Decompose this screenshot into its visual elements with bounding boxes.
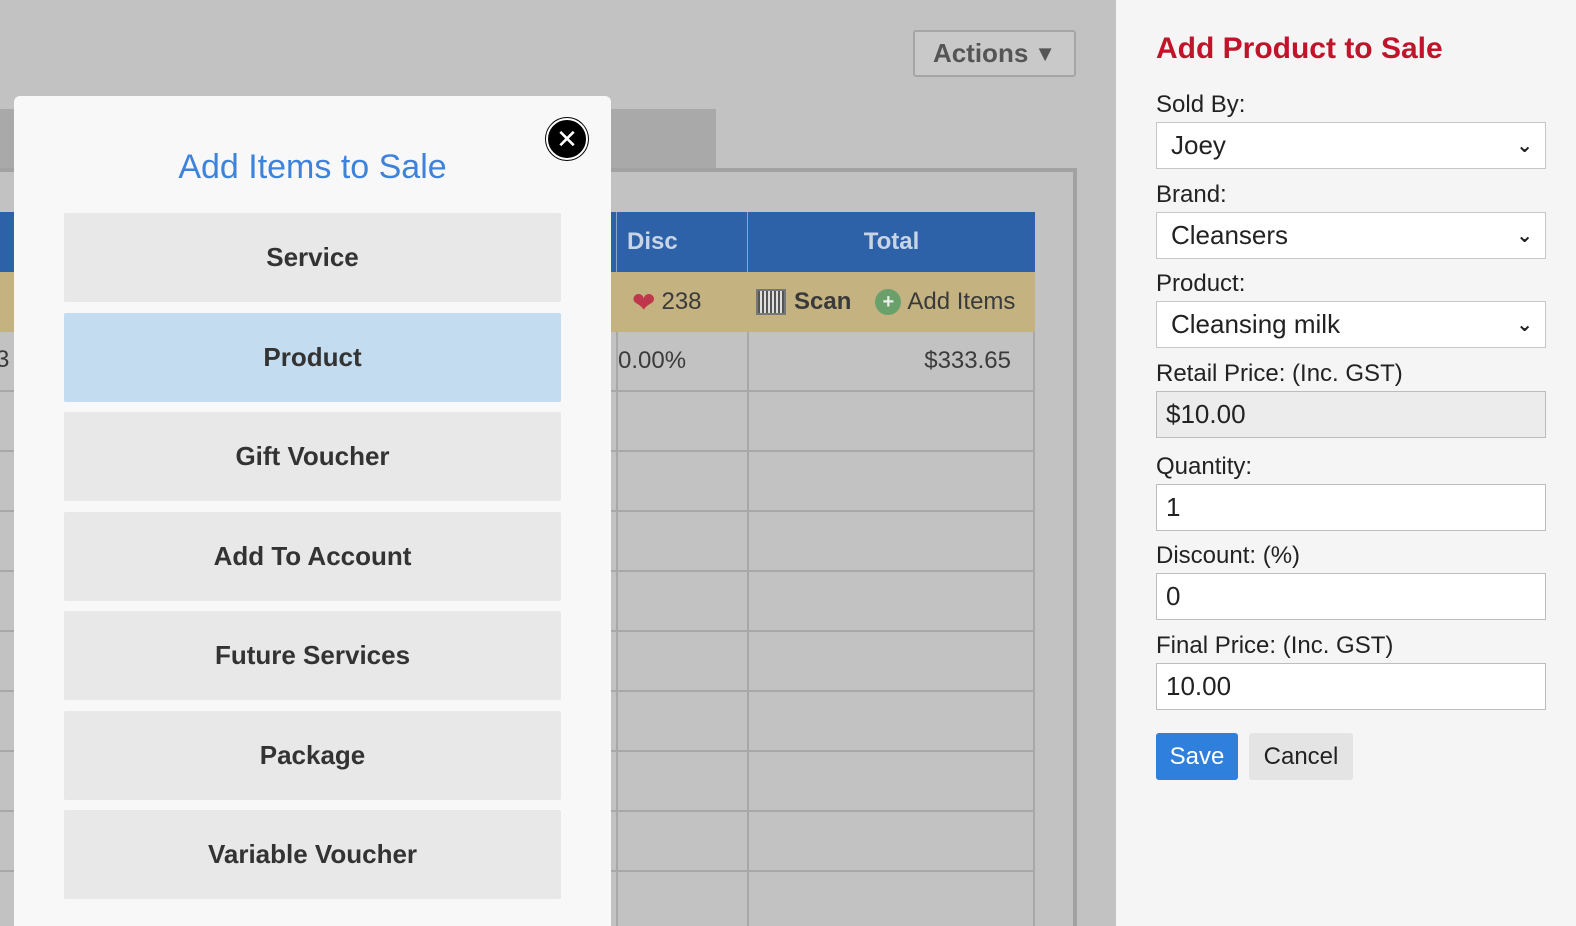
item-future-services-button[interactable]: Future Services (64, 611, 561, 700)
header-disc: Disc (616, 212, 747, 272)
product-value: Cleansing milk (1171, 309, 1341, 339)
panel-title: Add Product to Sale (1156, 32, 1443, 65)
product-select[interactable]: Cleansing milk ⌄ (1156, 301, 1546, 348)
item-service-button[interactable]: Service (64, 213, 561, 302)
row-total: $333.65 (747, 332, 1035, 390)
discount-value: 0 (1166, 581, 1181, 611)
save-button[interactable]: Save (1156, 733, 1238, 780)
discount-field[interactable]: 0 (1156, 573, 1546, 620)
item-package-button[interactable]: Package (64, 711, 561, 800)
plus-circle-icon: + (875, 289, 902, 315)
item-variable-voucher-button[interactable]: Variable Voucher (64, 810, 561, 899)
close-icon[interactable]: ✕ (546, 118, 588, 160)
cancel-button[interactable]: Cancel (1249, 733, 1353, 780)
sold-by-select[interactable]: Joey ⌄ (1156, 122, 1546, 169)
add-items-label: Add Items (907, 288, 1016, 315)
final-price-field[interactable]: 10.00 (1156, 663, 1546, 710)
product-label: Product: (1156, 270, 1246, 297)
modal-title: Add Items to Sale (178, 148, 447, 186)
final-price-label: Final Price: (Inc. GST) (1156, 632, 1394, 659)
final-price-value: 10.00 (1166, 671, 1232, 701)
brand-select[interactable]: Cleansers ⌄ (1156, 212, 1546, 259)
header-total: Total (747, 212, 1035, 272)
item-product-button[interactable]: Product (64, 313, 561, 402)
discount-label: Discount: (%) (1156, 542, 1301, 569)
loyalty-points-value: 238 (661, 288, 702, 315)
retail-price-field: $10.00 (1156, 391, 1546, 438)
item-gift-voucher-button[interactable]: Gift Voucher (64, 412, 561, 501)
chevron-down-icon: ⌄ (1516, 225, 1533, 247)
brand-label: Brand: (1156, 181, 1227, 208)
chevron-down-icon: ⌄ (1516, 314, 1533, 336)
actions-label: Actions (932, 38, 1029, 68)
add-items-button[interactable]: + Add Items (875, 288, 1015, 316)
heart-icon: ❤ (632, 286, 656, 318)
loyalty-points[interactable]: ❤ 238 (632, 286, 756, 319)
brand-value: Cleansers (1171, 220, 1289, 250)
sold-by-label: Sold By: (1156, 91, 1246, 118)
retail-price-value: $10.00 (1166, 399, 1246, 429)
quantity-value: 1 (1166, 492, 1181, 522)
actions-button[interactable]: Actions ▼ (913, 30, 1076, 77)
row-disc: 0.00% (616, 332, 747, 390)
barcode-icon (756, 289, 786, 315)
retail-price-label: Retail Price: (Inc. GST) (1156, 360, 1403, 387)
caret-down-icon: ▼ (1034, 40, 1057, 66)
item-add-to-account-button[interactable]: Add To Account (64, 512, 561, 601)
add-product-panel: Add Product to Sale Sold By: Joey ⌄ Bran… (1116, 0, 1576, 926)
chevron-down-icon: ⌄ (1516, 135, 1533, 157)
scan-button[interactable]: Scan (756, 288, 851, 316)
quantity-field[interactable]: 1 (1156, 484, 1546, 531)
scan-label: Scan (794, 288, 852, 315)
quantity-label: Quantity: (1156, 453, 1253, 480)
sold-by-value: Joey (1171, 130, 1226, 160)
